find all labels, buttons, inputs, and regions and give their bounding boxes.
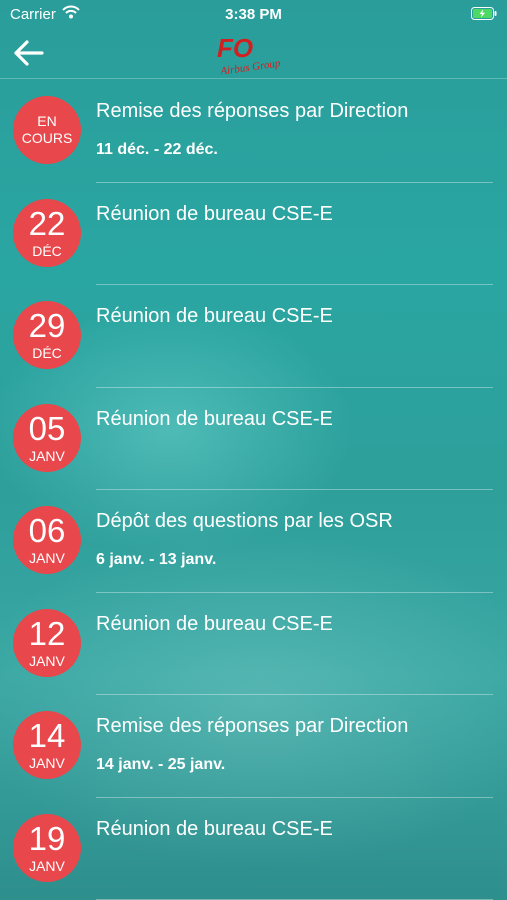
badge-month: JANV xyxy=(29,857,65,874)
fo-airbus-group-logo: FO Airbus Group xyxy=(217,33,282,74)
status-bar: Carrier 3:38 PM xyxy=(0,0,507,28)
event-date-range: 11 déc. - 22 déc. xyxy=(96,141,218,158)
event-title: Réunion de bureau CSE-E xyxy=(96,305,333,327)
date-badge: 06 JANV xyxy=(13,506,81,574)
badge-day: 19 xyxy=(28,819,66,857)
badge-month: DÉC xyxy=(32,242,62,259)
badge-day: 12 xyxy=(28,614,66,652)
badge-status-label: EN COURS xyxy=(21,113,73,146)
event-title: Remise des réponses par Direction xyxy=(96,100,409,122)
date-badge: 14 JANV xyxy=(13,711,81,779)
date-badge: EN COURS xyxy=(13,96,81,164)
event-row[interactable]: 14 JANV Remise des réponses par Direction 1… xyxy=(0,695,507,798)
event-title: Réunion de bureau CSE-E xyxy=(96,612,333,635)
event-title: Réunion de bureau CSE-E xyxy=(96,817,333,840)
event-title: Réunion de bureau CSE-E xyxy=(96,202,333,225)
event-title: Réunion de bureau CSE-E xyxy=(96,407,333,430)
event-row[interactable]: 29 DÉC Réunion de bureau CSE-E xyxy=(0,285,507,388)
event-row[interactable]: 06 JANV Dépôt des questions par les OSR 6 j… xyxy=(0,490,507,593)
event-row[interactable]: 19 JANV Réunion de bureau CSE-E xyxy=(0,798,507,900)
date-badge: 29 DÉC xyxy=(13,301,81,369)
back-arrow-icon[interactable] xyxy=(12,38,46,68)
event-row[interactable]: 05 JANV Réunion de bureau CSE-E xyxy=(0,388,507,490)
svg-text:FO: FO xyxy=(217,33,253,63)
event-date-range: 6 janv. - 13 janv. xyxy=(96,551,217,568)
event-title: Remise des réponses par Direction xyxy=(96,715,409,737)
badge-month: DÉC xyxy=(32,345,62,361)
event-date-range: 14 janv. - 25 janv. xyxy=(96,756,226,773)
badge-day: 06 xyxy=(28,512,66,549)
badge-day: 14 xyxy=(28,717,66,754)
badge-month: JANV xyxy=(29,755,65,771)
date-badge: 22 DÉC xyxy=(13,198,81,267)
status-time: 3:38 PM xyxy=(225,6,282,23)
event-row[interactable]: EN COURS Remise des réponses par Directio… xyxy=(0,80,507,183)
date-badge: 19 JANV xyxy=(13,813,81,882)
event-row[interactable]: 22 DÉC Réunion de bureau CSE-E xyxy=(0,183,507,285)
badge-day: 05 xyxy=(28,409,66,447)
badge-month: JANV xyxy=(29,447,65,464)
badge-day: 22 xyxy=(28,204,66,242)
date-badge: 05 JANV xyxy=(13,403,81,472)
event-row[interactable]: 12 JANV Réunion de bureau CSE-E xyxy=(0,593,507,695)
navigation-bar: FO Airbus Group xyxy=(0,28,507,79)
event-list: EN COURS Remise des réponses par Directio… xyxy=(0,80,507,900)
battery-charging-icon xyxy=(471,7,497,20)
event-title: Dépôt des questions par les OSR xyxy=(96,510,393,532)
badge-month: JANV xyxy=(29,550,65,566)
badge-month: JANV xyxy=(29,652,65,669)
badge-day: 29 xyxy=(28,307,66,344)
date-badge: 12 JANV xyxy=(13,608,81,677)
